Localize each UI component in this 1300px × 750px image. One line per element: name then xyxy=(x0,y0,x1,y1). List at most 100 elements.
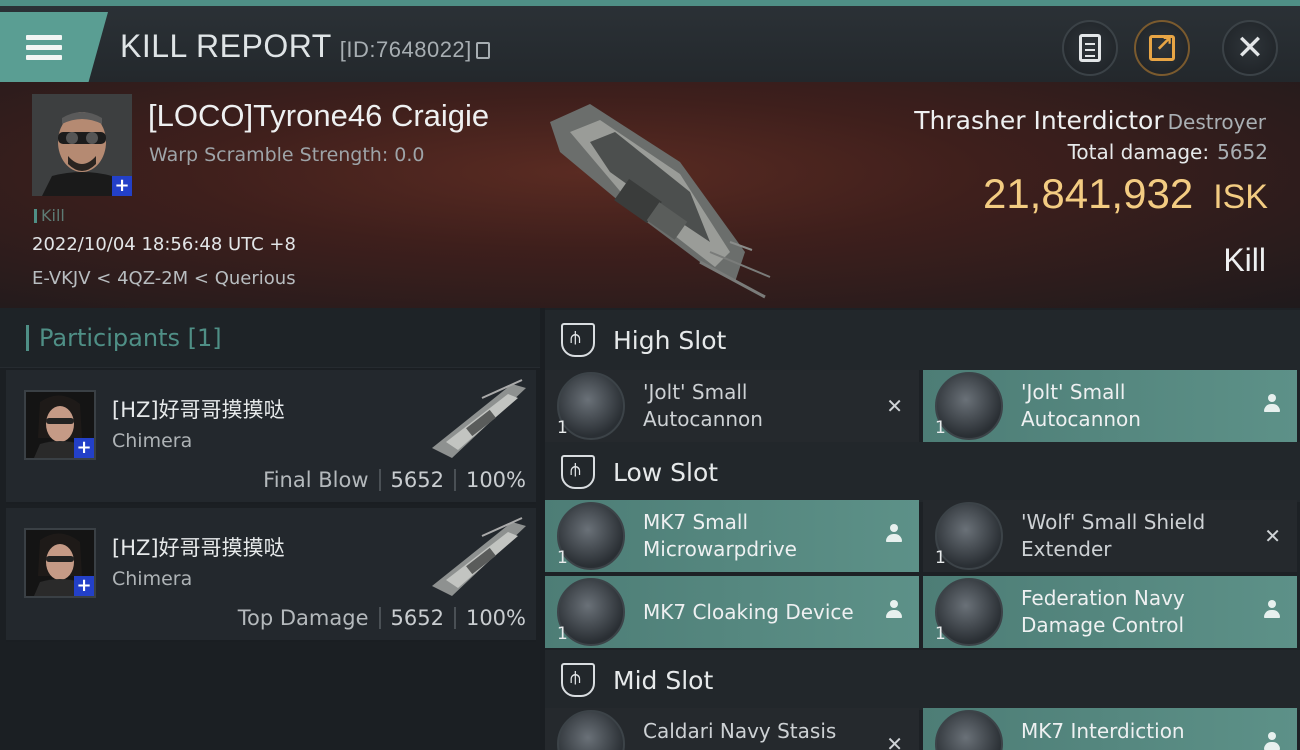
module-item[interactable]: 1 'Wolf' Small Shield Extender ✕ xyxy=(923,500,1297,572)
close-icon: ✕ xyxy=(1235,28,1265,68)
copy-icon[interactable] xyxy=(475,42,490,59)
report-id: [ID:7648022] xyxy=(339,37,472,62)
dropped-icon: ✕ xyxy=(1264,524,1281,548)
divider xyxy=(453,607,456,629)
ship-image xyxy=(550,104,771,299)
victim-name[interactable]: [LOCO]Tyrone46 Craigie xyxy=(148,98,489,134)
module-name: MK7 Cloaking Device xyxy=(643,599,873,626)
participant-percent: 100% xyxy=(465,606,526,630)
module-qty: 1 xyxy=(557,548,568,568)
high-slot-icon xyxy=(561,323,595,357)
participant-ship-image xyxy=(432,379,526,458)
participants-panel: Participants [1] + [HZ]好哥哥摸摸哒 Chimera Fi… xyxy=(0,308,540,750)
kill-location[interactable]: E-VKJV < 4QZ-2M < Querious xyxy=(32,268,296,289)
module-item[interactable]: 1 'Jolt' Small Autocannon ✕ xyxy=(545,370,919,442)
module-qty: 1 xyxy=(557,418,568,438)
module-name-line2: Extender xyxy=(1021,537,1112,561)
person-icon xyxy=(1263,600,1281,618)
close-button[interactable]: ✕ xyxy=(1222,20,1278,76)
participant-avatar: + xyxy=(24,528,96,598)
module-name-line2: Microwarpdrive xyxy=(643,537,797,561)
participant-name: [HZ]好哥哥摸摸哒 xyxy=(112,536,285,560)
ship-name-text: Thrasher Interdictor xyxy=(914,106,1164,135)
top-bar: KILL REPORT [ID:7648022] ✕ xyxy=(0,0,1300,82)
mid-slot-icon xyxy=(561,663,595,697)
participant-ship-image xyxy=(432,517,526,596)
person-icon xyxy=(885,600,903,618)
victim-portrait[interactable]: + xyxy=(32,94,132,196)
participants-header: Participants [1] xyxy=(0,308,540,368)
warp-scramble-strength: Warp Scramble Strength: 0.0 xyxy=(149,144,425,166)
ship-name[interactable]: Thrasher Interdictor Destroyer xyxy=(914,106,1266,135)
person-icon xyxy=(885,524,903,542)
module-name-line2: Autocannon xyxy=(643,407,763,431)
module-name: 'Jolt' Small Autocannon xyxy=(643,379,873,433)
low-slot-label: Low Slot xyxy=(613,457,719,487)
plus-badge: + xyxy=(74,576,94,596)
plus-badge: + xyxy=(74,438,94,458)
module-name-line1: MK7 Small xyxy=(643,510,748,534)
module-qty: 1 xyxy=(935,548,946,568)
participant-damage: 5652 xyxy=(390,606,444,630)
divider xyxy=(378,607,381,629)
module-item[interactable]: 1 Federation Navy Damage Control xyxy=(923,576,1297,648)
high-slot-label: High Slot xyxy=(613,325,727,355)
stasis-webifier-icon xyxy=(557,710,625,750)
participant-stats: Final Blow 5652 100% xyxy=(263,468,526,492)
participant-ship: Chimera xyxy=(112,568,193,590)
participant-stats: Top Damage 5652 100% xyxy=(238,606,526,630)
page-title: KILL REPORT [ID:7648022] xyxy=(120,28,490,65)
isk-amount: 21,841,932 xyxy=(982,170,1194,217)
participant-role: Top Damage xyxy=(237,606,369,630)
module-name-line1: MK7 Interdiction xyxy=(1021,719,1185,743)
module-item[interactable]: 1 MK7 Cloaking Device xyxy=(545,576,919,648)
divider xyxy=(453,469,456,491)
total-damage-label: Total damage: xyxy=(1067,140,1210,164)
title-text: KILL REPORT xyxy=(120,28,332,64)
module-qty: 1 xyxy=(935,418,946,438)
share-button[interactable] xyxy=(1134,20,1190,76)
mid-slot-header: Mid Slot xyxy=(545,650,1300,710)
menu-button[interactable] xyxy=(0,12,108,82)
person-icon xyxy=(1263,394,1281,412)
dropped-icon: ✕ xyxy=(886,732,903,750)
divider xyxy=(378,469,381,491)
isk-unit: ISK xyxy=(1213,178,1268,216)
module-item[interactable]: MK7 Interdiction xyxy=(923,708,1297,750)
participants-count: [1] xyxy=(187,323,222,352)
participant-avatar: + xyxy=(24,390,96,460)
victim-banner: + [LOCO]Tyrone46 Craigie Warp Scramble S… xyxy=(0,82,1300,308)
participant-role: Final Blow xyxy=(263,468,369,492)
participant-row[interactable]: + [HZ]好哥哥摸摸哒 Chimera Top Damage 5652 100… xyxy=(6,508,536,642)
module-item[interactable]: 1 'Jolt' Small Autocannon xyxy=(923,370,1297,442)
low-slot-icon xyxy=(561,455,595,489)
module-item[interactable]: Caldari Navy Stasis ✕ xyxy=(545,708,919,750)
low-slot-header: Low Slot xyxy=(545,442,1300,502)
dropped-icon: ✕ xyxy=(886,394,903,418)
module-name-line1: MK7 Cloaking Device xyxy=(643,599,854,624)
total-damage: Total damage: 5652 xyxy=(1068,140,1268,164)
module-name-line1: Federation Navy xyxy=(1021,586,1185,610)
mid-slot-label: Mid Slot xyxy=(613,665,714,695)
module-name: Federation Navy Damage Control xyxy=(1021,585,1251,639)
clipboard-button[interactable] xyxy=(1062,20,1118,76)
module-name: 'Wolf' Small Shield Extender xyxy=(1021,509,1251,563)
ship-class: Destroyer xyxy=(1167,110,1266,134)
plus-badge: + xyxy=(112,176,132,196)
module-name: Caldari Navy Stasis xyxy=(643,718,873,745)
share-icon xyxy=(1149,32,1175,61)
total-damage-value: 5652 xyxy=(1217,140,1268,164)
module-name-line1: 'Jolt' Small xyxy=(643,380,748,404)
result-label: Kill xyxy=(1223,242,1266,278)
kill-datetime: 2022/10/04 18:56:48 UTC +8 xyxy=(32,234,296,255)
module-qty: 1 xyxy=(557,624,568,644)
module-name: 'Jolt' Small Autocannon xyxy=(1021,379,1251,433)
participant-row[interactable]: + [HZ]好哥哥摸摸哒 Chimera Final Blow 5652 100… xyxy=(6,370,536,504)
participant-damage: 5652 xyxy=(390,468,444,492)
isk-value: 21,841,932 ISK xyxy=(983,170,1268,218)
module-name-line1: 'Wolf' Small Shield xyxy=(1021,510,1206,534)
module-qty: 1 xyxy=(935,624,946,644)
module-item[interactable]: 1 MK7 Small Microwarpdrive xyxy=(545,500,919,572)
module-name-line1: Caldari Navy Stasis xyxy=(643,719,837,743)
participant-name: [HZ]好哥哥摸摸哒 xyxy=(112,398,285,422)
